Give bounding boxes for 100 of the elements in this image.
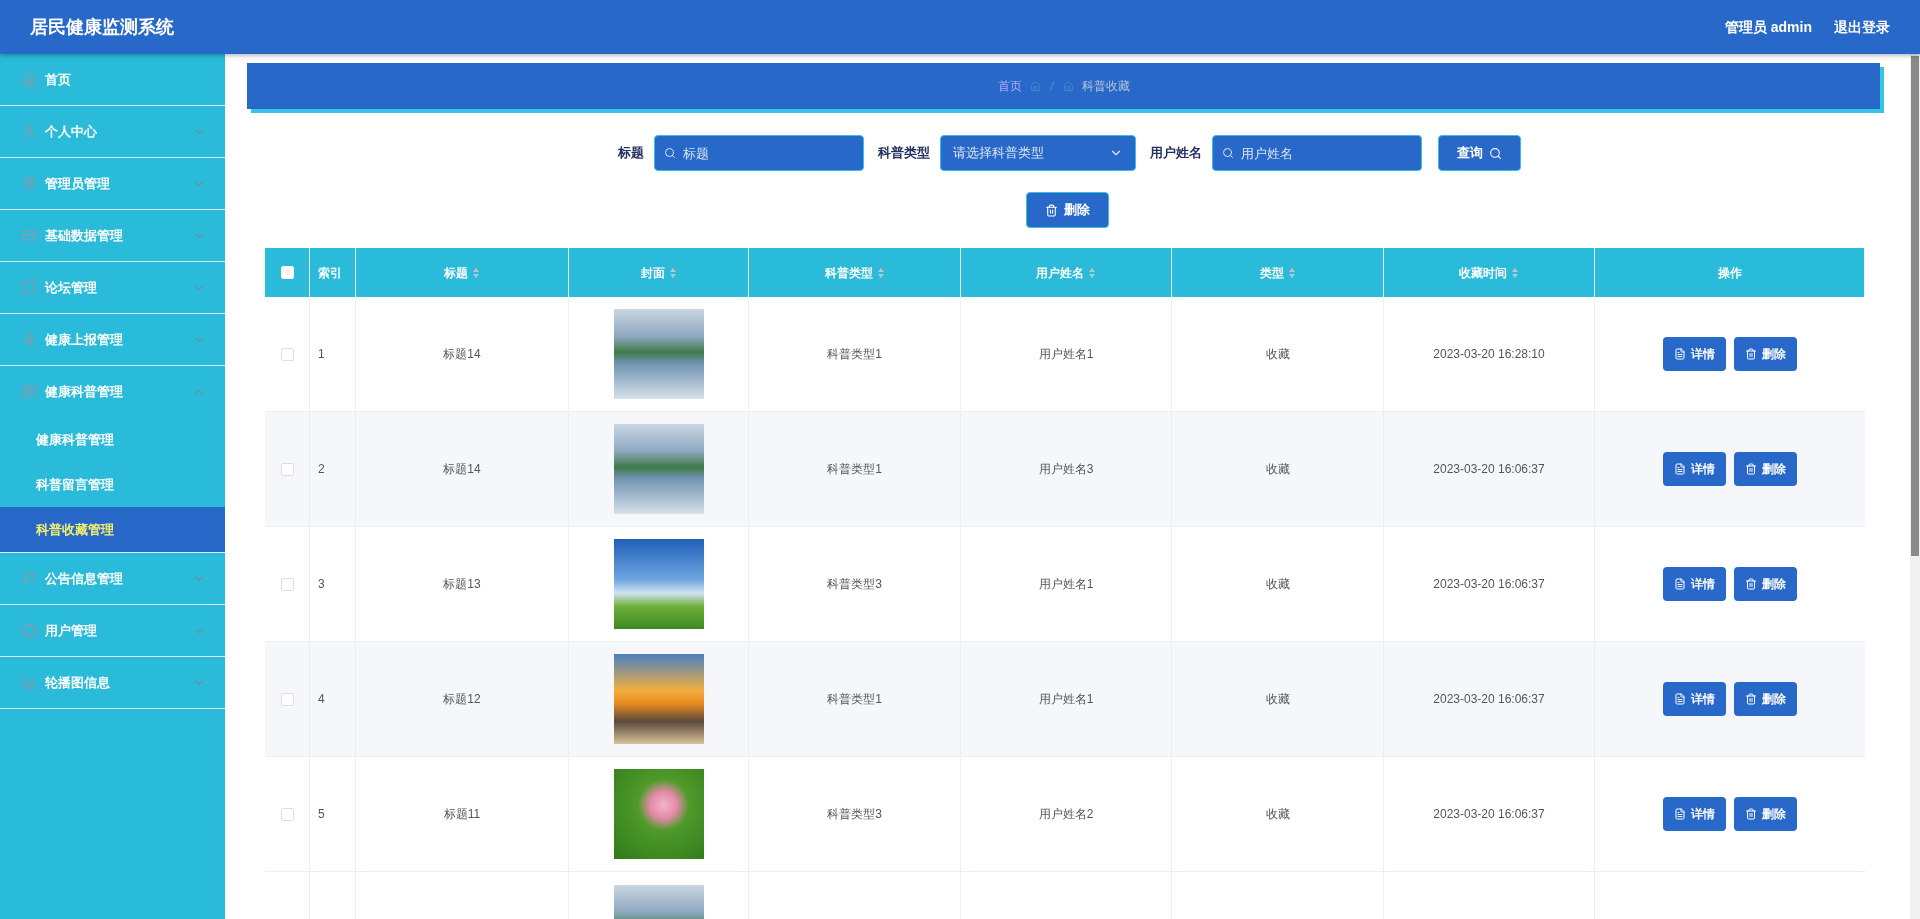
search-label: 标题 bbox=[618, 144, 644, 163]
sort-icon[interactable] bbox=[1511, 266, 1519, 279]
search-label: 科普类型 bbox=[878, 144, 930, 163]
column-header: 封面 bbox=[640, 264, 665, 282]
menu-icon bbox=[22, 675, 37, 690]
sidebar-menu-item[interactable]: 个人中心 bbox=[0, 106, 225, 157]
column-header: 标题 bbox=[444, 264, 468, 282]
table-cell-text: 科普类型3 bbox=[827, 576, 882, 593]
menu-icon bbox=[22, 384, 37, 399]
detail-button[interactable]: 详情 bbox=[1663, 567, 1726, 601]
checkbox[interactable] bbox=[280, 692, 294, 706]
table-cell-text: 科普类型1 bbox=[827, 461, 882, 478]
table-cell-text: 用户姓名2 bbox=[1038, 806, 1094, 823]
sidebar-menu-item[interactable]: 首页 bbox=[0, 54, 225, 105]
checkbox[interactable] bbox=[280, 462, 294, 476]
sidebar-submenu-item[interactable]: 科普收藏管理 bbox=[0, 507, 225, 552]
table-row[interactable]: 4 标题12 科普类型1 用户姓名1 收藏 2023-03-20 16:06:37 详情 删除 bbox=[265, 642, 1865, 757]
scrollbar[interactable] bbox=[1910, 54, 1920, 919]
table-cell-text: 4 bbox=[318, 691, 325, 708]
delete-button[interactable]: 删除 bbox=[1734, 452, 1797, 486]
table-cell-text: 2023-03-20 16:06:37 bbox=[1433, 691, 1545, 708]
checkbox[interactable] bbox=[280, 577, 294, 591]
table-row[interactable]: 2 标题14 科普类型1 用户姓名3 收藏 2023-03-20 16:06:37 详情 删除 bbox=[265, 412, 1865, 527]
detail-button[interactable]: 详情 bbox=[1663, 337, 1726, 371]
sidebar-submenu-item[interactable]: 科普留言管理 bbox=[0, 462, 225, 507]
menu-icon bbox=[22, 124, 37, 139]
trash-icon bbox=[1745, 578, 1757, 590]
column-header: 类型 bbox=[1259, 264, 1284, 282]
table-cell-text: 2023-03-20 16:06:37 bbox=[1433, 576, 1545, 593]
table-cell-text: 2 bbox=[318, 461, 325, 478]
category-select[interactable]: 请选择科普类型 bbox=[940, 135, 1136, 171]
table-cell-text: 标题11 bbox=[443, 806, 481, 823]
document-icon bbox=[1674, 578, 1686, 590]
detail-button[interactable]: 详情 bbox=[1663, 682, 1726, 716]
separator-icon bbox=[1048, 81, 1055, 91]
search-icon bbox=[664, 147, 676, 159]
detail-button[interactable]: 详情 bbox=[1663, 452, 1726, 486]
table-cell-text: 用户姓名1 bbox=[1038, 576, 1094, 593]
table-cell-text: 科普类型1 bbox=[827, 691, 882, 708]
home-icon bbox=[1062, 80, 1074, 92]
table-cell-text: 收藏 bbox=[1265, 806, 1290, 823]
breadcrumb-home-link[interactable]: 首页 bbox=[997, 77, 1022, 95]
search-label: 用户姓名 bbox=[1150, 144, 1202, 163]
search-icon bbox=[1489, 146, 1502, 160]
checkbox[interactable] bbox=[280, 807, 294, 821]
trash-icon bbox=[1745, 348, 1757, 360]
sort-icon[interactable] bbox=[668, 266, 677, 279]
table-cell-text: 标题13 bbox=[443, 576, 481, 593]
table-cell-text: 收藏 bbox=[1265, 576, 1290, 593]
detail-button[interactable]: 详情 bbox=[1663, 797, 1726, 831]
sidebar-menu-item[interactable]: 轮播图信息 bbox=[0, 657, 225, 708]
sidebar-submenu-item[interactable]: 健康科普管理 bbox=[0, 417, 225, 462]
sidebar-menu-item[interactable]: 论坛管理 bbox=[0, 262, 225, 313]
table-cell-text: 2023-03-20 16:06:37 bbox=[1433, 461, 1545, 478]
trash-icon bbox=[1745, 463, 1757, 475]
table-row[interactable]: 3 标题13 科普类型3 用户姓名1 收藏 2023-03-20 16:06:37 详情 删除 bbox=[265, 527, 1865, 642]
table-cell-text: 3 bbox=[318, 576, 325, 593]
admin-user: 管理员 admin bbox=[1724, 17, 1812, 37]
delete-button[interactable]: 删除 bbox=[1734, 682, 1797, 716]
table-row[interactable]: 1 标题14 科普类型1 用户姓名1 收藏 2023-03-20 16:28:10 详情 删除 bbox=[265, 297, 1865, 412]
delete-button[interactable]: 删除 bbox=[1734, 337, 1797, 371]
table-cell-text: 2023-03-20 16:06:37 bbox=[1433, 806, 1545, 823]
table-cell-text: 用户姓名3 bbox=[1038, 461, 1094, 478]
trash-icon bbox=[1045, 203, 1058, 217]
menu-icon bbox=[22, 280, 37, 295]
table-cell-text: 标题12 bbox=[443, 691, 481, 708]
document-icon bbox=[1674, 463, 1686, 475]
table-cell-text: 科普类型1 bbox=[827, 346, 882, 363]
sidebar-menu-item[interactable]: 健康上报管理 bbox=[0, 314, 225, 365]
table-row[interactable]: 5 标题11 科普类型3 用户姓名2 收藏 2023-03-20 16:06:37 详情 删除 bbox=[265, 757, 1865, 872]
table-cell-text: 收藏 bbox=[1265, 691, 1290, 708]
delete-button[interactable]: 删除 bbox=[1734, 797, 1797, 831]
query-button[interactable]: 查询 bbox=[1438, 135, 1521, 171]
sidebar-menu-item[interactable]: 基础数据管理 bbox=[0, 210, 225, 261]
search-field[interactable]: 标题 bbox=[654, 135, 864, 171]
document-icon bbox=[1674, 693, 1686, 705]
column-header: 操作 bbox=[1717, 264, 1742, 282]
delete-button[interactable]: 删除 bbox=[1026, 192, 1109, 228]
sort-icon[interactable] bbox=[472, 266, 480, 279]
sidebar-menu-item[interactable]: 健康科普管理 bbox=[0, 366, 225, 417]
table-cell-text: 2023-03-20 16:28:10 bbox=[1433, 346, 1545, 363]
sidebar-menu-item[interactable]: 公告信息管理 bbox=[0, 553, 225, 604]
trash-icon bbox=[1745, 693, 1757, 705]
sort-icon[interactable] bbox=[876, 266, 885, 279]
search-field[interactable]: 用户姓名 bbox=[1212, 135, 1422, 171]
trash-icon bbox=[1745, 808, 1757, 820]
menu-icon bbox=[22, 176, 37, 191]
menu-icon bbox=[22, 228, 37, 243]
checkbox[interactable] bbox=[280, 347, 294, 361]
sort-icon[interactable] bbox=[1287, 266, 1296, 279]
search-icon bbox=[1222, 147, 1234, 159]
table-cell-text: 标题14 bbox=[443, 346, 481, 363]
sidebar-menu-item[interactable]: 管理员管理 bbox=[0, 158, 225, 209]
table-cell-text: 科普类型3 bbox=[827, 806, 882, 823]
delete-button[interactable]: 删除 bbox=[1734, 567, 1797, 601]
sidebar-menu-item[interactable]: 用户管理 bbox=[0, 605, 225, 656]
logout-link[interactable]: 退出登录 bbox=[1834, 16, 1890, 38]
table-cell-text: 标题14 bbox=[443, 461, 481, 478]
sort-icon[interactable] bbox=[1088, 266, 1096, 279]
document-icon bbox=[1674, 808, 1686, 820]
